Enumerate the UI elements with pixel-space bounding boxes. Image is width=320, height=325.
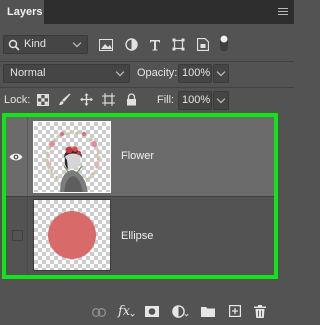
layer-row-ellipse[interactable]: Ellipse [6,197,274,275]
chevron-down-icon [216,94,226,104]
type-filter-icon[interactable] [149,39,161,51]
layer-thumbnail-ellipse [33,199,111,271]
opacity-dropdown-button[interactable] [213,64,229,83]
chevron-down-icon [72,38,82,48]
opacity-value: 100% [182,67,211,79]
kind-filter-label: Kind [24,38,47,50]
blend-mode-select[interactable]: Normal [3,64,130,83]
fill-dropdown-button[interactable] [213,91,229,110]
layers-tab[interactable]: Layers [0,0,44,24]
link-layers-icon[interactable] [92,308,106,317]
adjustment-layer-icon[interactable] [172,305,185,318]
panel-tab-bar: Layers [0,0,294,24]
layer-row-flower[interactable]: Flower [6,117,274,196]
layer-thumbnail-flower [33,121,111,193]
fx-icon[interactable]: fx [118,304,130,319]
blend-mode-value: Normal [10,67,46,79]
lock-artboard-icon[interactable] [102,93,115,106]
lock-position-icon[interactable] [80,93,93,106]
opacity-label: Opacity: [137,67,178,79]
panel-menu-icon[interactable] [278,8,288,16]
shape-filter-icon[interactable] [172,38,185,51]
filter-toggle-icon[interactable] [219,34,229,52]
delete-layer-icon[interactable] [254,305,266,318]
blend-row: Normal Opacity: 100% [0,62,294,86]
filter-row: Kind [0,24,294,62]
ellipse-shape [48,211,96,259]
pixel-filter-icon[interactable] [99,39,113,51]
visibility-off-box [12,230,23,241]
opacity-input[interactable]: 100% [178,64,212,83]
chevron-down-icon [115,67,125,77]
chevron-down-icon [216,67,226,77]
lock-paint-icon[interactable] [58,93,71,106]
fill-input[interactable]: 100% [178,91,212,110]
lock-transparent-icon[interactable] [37,94,49,106]
layers-list: Flower Ellipse [2,113,278,279]
eye-icon [9,153,23,161]
visibility-toggle[interactable] [6,117,28,196]
lock-all-icon[interactable] [126,93,137,106]
smart-object-filter-icon[interactable] [197,38,209,51]
new-layer-icon[interactable] [229,305,241,317]
adjustment-filter-icon[interactable] [125,38,138,51]
lock-label: Lock: [4,94,31,106]
visibility-toggle[interactable] [6,197,28,275]
fill-value: 100% [182,94,211,106]
layer-name-ellipse[interactable]: Ellipse [121,230,153,242]
layer-name-flower[interactable]: Flower [121,150,154,162]
lock-row: Lock: Fill: 100% [0,88,294,112]
search-icon [8,39,20,51]
new-group-icon[interactable] [201,306,215,317]
kind-filter-select[interactable]: Kind [3,35,88,54]
add-mask-icon[interactable] [145,306,159,317]
flower-portrait-image [45,130,101,192]
fill-label: Fill: [157,94,175,106]
